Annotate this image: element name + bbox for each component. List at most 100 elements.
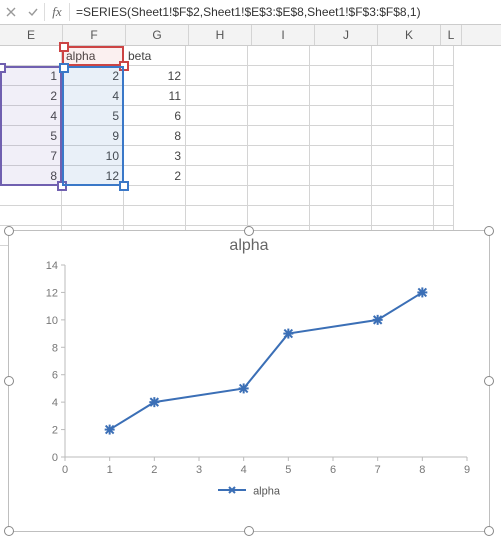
spreadsheet-grid[interactable]: E F G H I J K L alpha beta 1 2 12 2 4 [0,25,501,246]
cell[interactable] [62,206,124,226]
cell[interactable]: alpha [62,46,124,66]
resize-handle-icon[interactable] [484,226,494,236]
resize-handle-icon[interactable] [244,526,254,536]
cell[interactable]: 8 [0,166,62,186]
cell[interactable] [372,166,434,186]
col-header[interactable]: G [126,25,189,45]
cell[interactable] [310,86,372,106]
cell[interactable] [372,86,434,106]
col-header[interactable]: K [378,25,441,45]
table-row: alpha beta [0,46,501,66]
cell[interactable] [248,86,310,106]
cell[interactable] [248,146,310,166]
cell[interactable] [310,146,372,166]
cell[interactable]: 3 [124,146,186,166]
cell[interactable] [248,186,310,206]
cell[interactable] [372,106,434,126]
cell[interactable]: 2 [0,86,62,106]
cell[interactable] [62,186,124,206]
col-header[interactable]: J [315,25,378,45]
cell[interactable] [186,166,248,186]
cell[interactable] [186,66,248,86]
resize-handle-icon[interactable] [4,226,14,236]
cell[interactable]: 1 [0,66,62,86]
resize-handle-icon[interactable] [484,526,494,536]
cell[interactable] [434,186,454,206]
cancel-icon[interactable] [0,0,22,24]
cell[interactable] [434,46,454,66]
resize-handle-icon[interactable] [4,526,14,536]
svg-text:0: 0 [52,452,58,464]
cell[interactable] [186,206,248,226]
cell[interactable] [0,206,62,226]
col-header[interactable]: E [0,25,63,45]
cell[interactable]: 4 [62,86,124,106]
cell[interactable] [434,146,454,166]
cell[interactable] [434,66,454,86]
cell[interactable] [0,46,62,66]
cell[interactable] [248,66,310,86]
cell[interactable] [186,46,248,66]
chart-object[interactable]: alpha 024681012140123456789 [8,230,490,532]
formula-input[interactable] [70,1,501,23]
cell[interactable]: 10 [62,146,124,166]
cell[interactable]: 5 [0,126,62,146]
cell[interactable] [372,146,434,166]
cell[interactable] [248,166,310,186]
cell[interactable] [372,66,434,86]
cell[interactable] [124,206,186,226]
cell[interactable] [372,206,434,226]
cell[interactable]: 9 [62,126,124,146]
cell[interactable] [186,186,248,206]
col-header[interactable]: F [63,25,126,45]
cell[interactable] [248,126,310,146]
col-header[interactable]: I [252,25,315,45]
cell[interactable] [310,66,372,86]
chart-plot-area[interactable]: 024681012140123456789 [39,259,475,479]
cell[interactable] [248,206,310,226]
cell[interactable] [372,46,434,66]
cell[interactable] [434,166,454,186]
col-header[interactable]: H [189,25,252,45]
cell[interactable] [186,86,248,106]
cell[interactable] [372,186,434,206]
cell[interactable]: 6 [124,106,186,126]
cell[interactable]: beta [124,46,186,66]
cell[interactable] [186,146,248,166]
cell[interactable]: 4 [0,106,62,126]
cell[interactable]: 5 [62,106,124,126]
cell[interactable]: 12 [124,66,186,86]
cell[interactable] [434,86,454,106]
cell[interactable] [372,126,434,146]
resize-handle-icon[interactable] [4,376,14,386]
cell[interactable] [434,126,454,146]
cell[interactable]: 8 [124,126,186,146]
chart-legend[interactable]: alpha [9,483,489,504]
cell[interactable] [310,46,372,66]
cell[interactable] [310,166,372,186]
cell[interactable]: 11 [124,86,186,106]
cell[interactable] [310,106,372,126]
cell[interactable] [124,186,186,206]
cell[interactable] [248,106,310,126]
cell[interactable]: 12 [62,166,124,186]
cell[interactable] [0,186,62,206]
cell[interactable] [310,186,372,206]
cell[interactable] [434,206,454,226]
cell[interactable] [434,106,454,126]
cell[interactable] [310,126,372,146]
col-header[interactable]: L [441,25,462,45]
cell[interactable]: 2 [62,66,124,86]
cell[interactable] [248,46,310,66]
cell[interactable] [186,126,248,146]
fx-label[interactable]: fx [45,4,69,20]
cell[interactable] [310,206,372,226]
chart-title[interactable]: alpha [9,237,489,255]
cell[interactable] [186,106,248,126]
svg-text:6: 6 [330,464,336,476]
resize-handle-icon[interactable] [244,226,254,236]
enter-icon[interactable] [22,0,44,24]
cell[interactable]: 2 [124,166,186,186]
resize-handle-icon[interactable] [484,376,494,386]
cell[interactable]: 7 [0,146,62,166]
